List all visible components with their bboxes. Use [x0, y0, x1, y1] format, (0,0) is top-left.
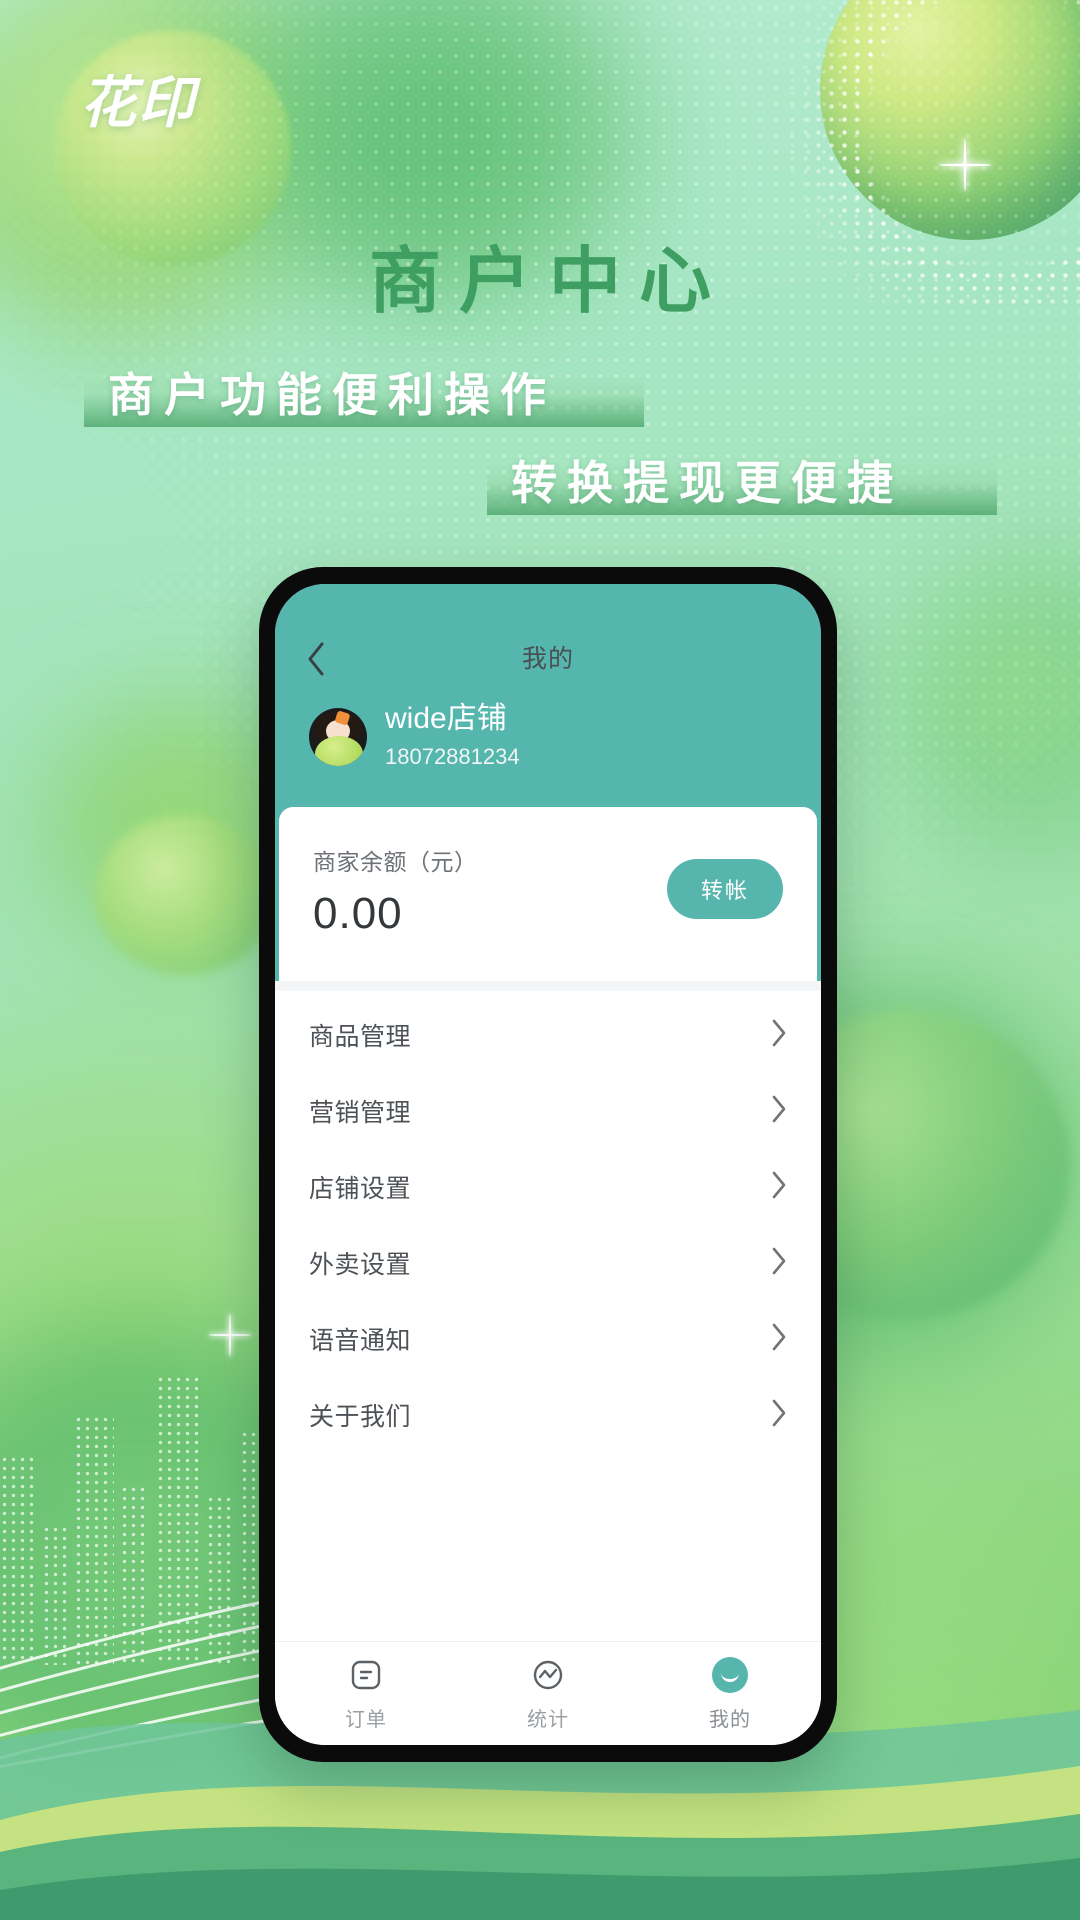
shop-name: wide店铺: [385, 702, 507, 735]
menu-item-label: 店铺设置: [309, 1175, 412, 1204]
chevron-right-icon: [771, 1399, 787, 1432]
balance-label: 商家余额（元）: [313, 849, 478, 876]
balance-section: 商家余额（元） 0.00 转帐: [275, 807, 821, 982]
nav-title: 我的: [521, 645, 574, 673]
nav-bar: 我的: [275, 630, 821, 688]
transfer-button[interactable]: 转帐: [666, 859, 783, 920]
chevron-right-icon: [771, 1171, 787, 1204]
subheadline-bar-1: 商户功能便利操作: [84, 369, 644, 427]
tab-orders[interactable]: 订单: [275, 1655, 457, 1732]
shop-phone: 18072881234: [385, 744, 520, 770]
subheadline-bar-2: 转换提现更便捷: [487, 457, 997, 515]
tab-label: 订单: [345, 1709, 387, 1731]
menu-item-about-us[interactable]: 关于我们: [275, 1377, 821, 1453]
balance-value: 0.00: [313, 889, 403, 939]
tab-profile[interactable]: 我的: [639, 1655, 821, 1732]
menu-item-label: 外卖设置: [309, 1251, 412, 1280]
phone-mockup: 我的 wide店铺 18072881234 商家余额（元） 0.00 转帐 商品…: [259, 567, 837, 1762]
page-title: 商户中心: [368, 242, 729, 322]
stats-chart-icon: [528, 1655, 568, 1695]
menu-item-voice-notification[interactable]: 语音通知: [275, 1301, 821, 1377]
menu-item-takeout-settings[interactable]: 外卖设置: [275, 1225, 821, 1301]
chevron-right-icon: [771, 1323, 787, 1356]
chevron-right-icon: [771, 1095, 787, 1128]
brand-logo: 花印: [80, 71, 196, 134]
menu-item-label: 关于我们: [309, 1403, 412, 1432]
app-header: 我的 wide店铺 18072881234: [275, 584, 821, 808]
balance-card: 商家余额（元） 0.00 转帐: [279, 807, 817, 982]
menu-list: 商品管理 营销管理 店铺设置 外卖设置 语音通知 关于我们: [275, 991, 821, 1641]
chevron-left-icon: [308, 642, 324, 676]
avatar[interactable]: [309, 707, 367, 766]
profile-smile-icon: [710, 1655, 750, 1695]
tab-statistics[interactable]: 统计: [457, 1655, 639, 1732]
avatar-body: [315, 735, 363, 766]
profile-section[interactable]: wide店铺 18072881234: [275, 688, 821, 807]
tab-label: 统计: [527, 1709, 569, 1731]
chevron-right-icon: [771, 1247, 787, 1280]
section-divider: [275, 981, 821, 992]
balance-info: 商家余额（元） 0.00: [313, 843, 478, 939]
menu-item-marketing-management[interactable]: 营销管理: [275, 1073, 821, 1149]
tab-label: 我的: [709, 1709, 751, 1731]
chevron-right-icon: [771, 1019, 787, 1052]
menu-item-shop-settings[interactable]: 店铺设置: [275, 1149, 821, 1225]
menu-item-label: 营销管理: [309, 1099, 412, 1128]
bottom-tab-bar: 订单 统计 我的: [275, 1641, 821, 1745]
phone-screen: 我的 wide店铺 18072881234 商家余额（元） 0.00 转帐 商品…: [275, 584, 821, 1745]
back-button[interactable]: [299, 642, 333, 676]
menu-item-product-management[interactable]: 商品管理: [275, 997, 821, 1073]
menu-item-label: 商品管理: [309, 1023, 412, 1052]
menu-item-label: 语音通知: [309, 1327, 412, 1356]
subheadline-text-1: 商户功能便利操作: [108, 369, 556, 421]
subheadline-text-2: 转换提现更便捷: [511, 457, 903, 509]
order-receipt-icon: [346, 1655, 386, 1695]
profile-text: wide店铺 18072881234: [385, 700, 520, 773]
